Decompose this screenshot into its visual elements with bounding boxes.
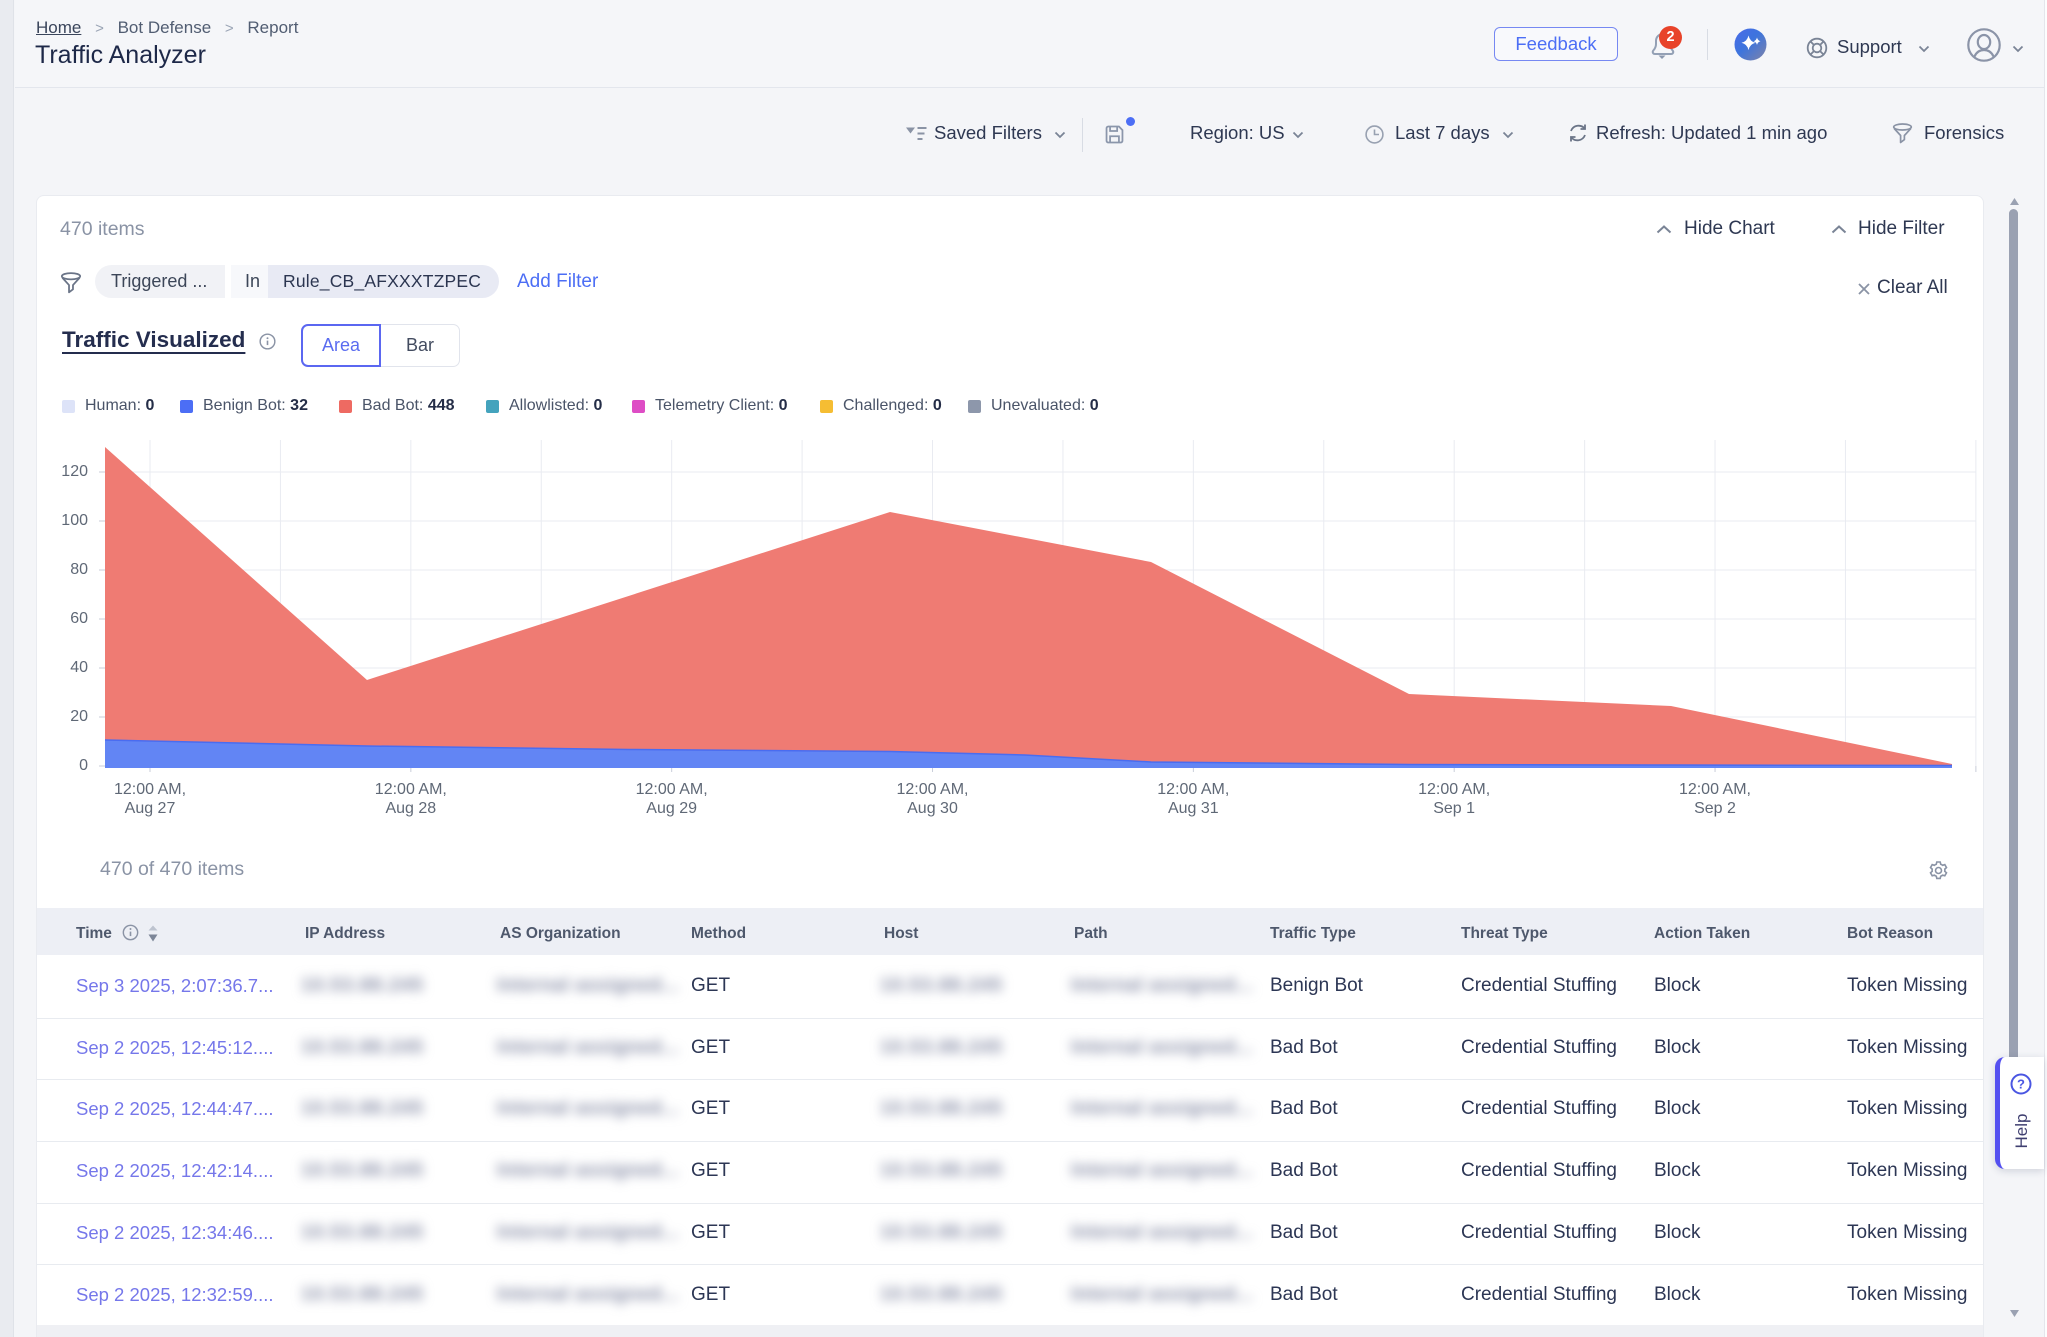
svg-text:?: ? <box>2017 1077 2025 1092</box>
